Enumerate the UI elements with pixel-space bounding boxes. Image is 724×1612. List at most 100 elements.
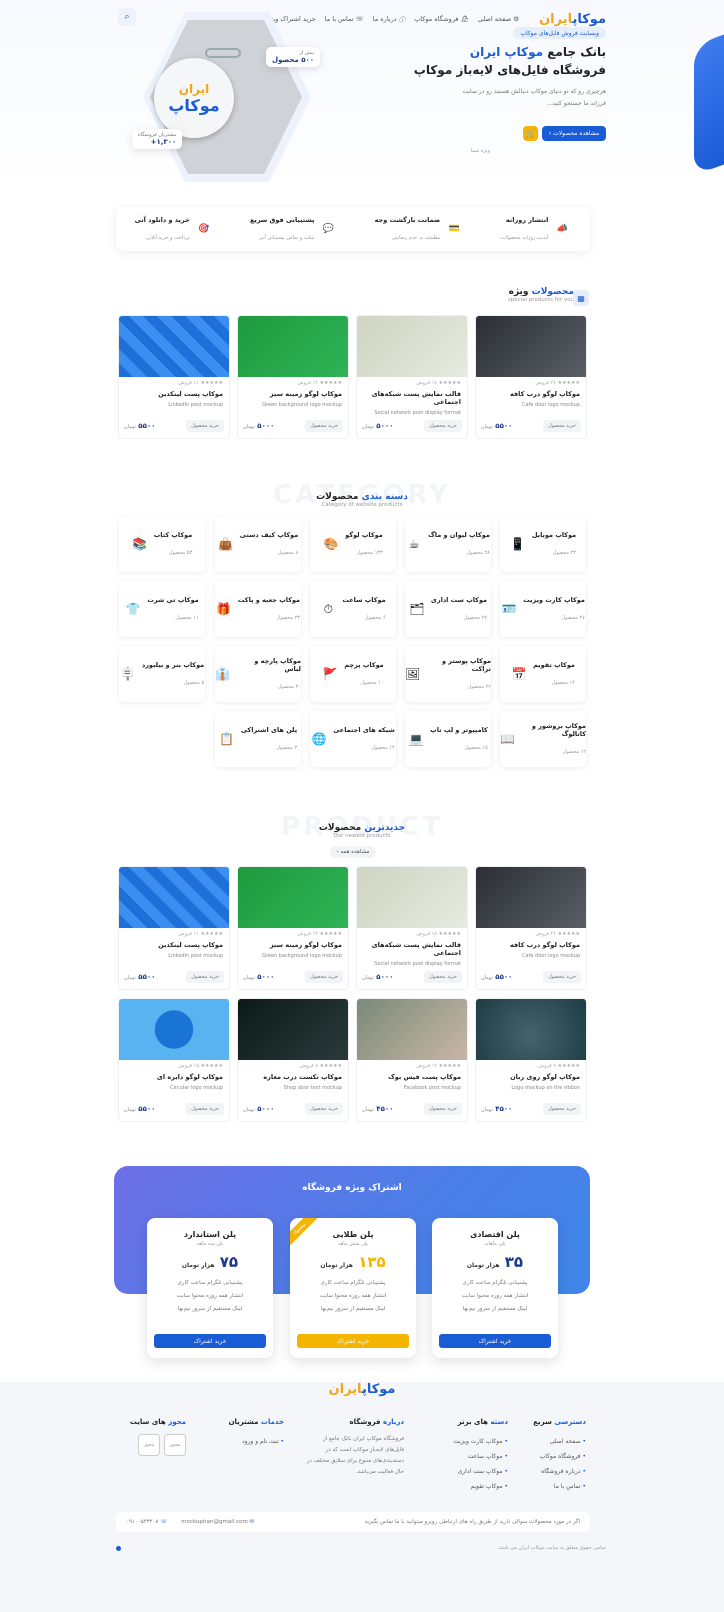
product-en-name: Social network post display format (374, 961, 461, 967)
buy-product-button[interactable]: خرید محصول (424, 420, 462, 432)
footer-link[interactable]: موکاپ ست اداری (453, 1464, 508, 1479)
site-logo[interactable]: موکاپایران (539, 12, 606, 27)
footer-link[interactable]: صفحه اصلی (533, 1434, 586, 1449)
product-name[interactable]: موکاپ لوگو روی ربان (482, 1073, 580, 1081)
category-card[interactable]: کامپیوتر و لپ تاپ ۱۵ محصول 💻 (405, 711, 491, 767)
category-card[interactable]: موکاپ جعبه و پاکت ۳۳ محصول 🎁 (215, 581, 301, 637)
product-name[interactable]: موکاپ لوگو دایره ای (125, 1073, 223, 1081)
product-card[interactable]: ★★★★★ ۹ فروش موکاپ لوگو روی ربان Logo mock… (475, 998, 587, 1122)
product-image[interactable] (476, 867, 586, 928)
category-card[interactable]: موکاپ لوگو ۱۳۳ محصول 🎨 (310, 516, 396, 572)
product-name[interactable]: قالب نمایش پست شبکه‌های اجتماعی (363, 941, 461, 957)
product-image[interactable] (357, 867, 467, 928)
product-image[interactable] (119, 316, 229, 377)
category-card[interactable]: موکاپ تقویم ۱۴ محصول 📅 (500, 646, 586, 702)
product-name[interactable]: موکاپ لوگو زمینه سبز (244, 941, 342, 949)
footer-link[interactable]: درباره فروشگاه (533, 1464, 586, 1479)
footer-logo[interactable]: موکاپایران (0, 1382, 724, 1397)
buy-product-button[interactable]: خرید محصول (305, 420, 343, 432)
category-card[interactable]: موکاپ لیوان و ماگ ۲۸ محصول ☕ (405, 516, 491, 572)
footer-link[interactable]: موکاپ تقویم (453, 1479, 508, 1494)
product-name[interactable]: موکاپ لوگو درب کافه (482, 390, 580, 398)
product-card[interactable]: ★★★★★ ۱۸ فروش قالب نمایش پست شبکه‌های اجت… (356, 866, 468, 990)
product-card[interactable]: ★★★★★ ۲۶ فروش موکاپ لوگو درب کافه Cafe doo… (475, 315, 587, 439)
product-name[interactable]: موکاپ پست فیس بوک (363, 1073, 461, 1081)
category-card[interactable]: موکاپ پرچم ۱۰ محصول 🚩 (310, 646, 396, 702)
product-card[interactable]: ★★★★★ ۱۵ فروش موکاپ لوگو دایره ای Circular… (118, 998, 230, 1122)
product-image[interactable] (238, 316, 348, 377)
buy-subscription-button[interactable]: خرید اشتراک (154, 1334, 266, 1348)
product-card[interactable]: ★★★★★ ۱۸ فروش قالب نمایش پست شبکه‌های اجت… (356, 315, 468, 439)
email-link[interactable]: ✉ mockupiran@gmail.com (181, 1519, 254, 1525)
product-card[interactable]: ★★★★★ ۱۴ فروش موکاپ لوگو زمینه سبز Green b… (237, 315, 349, 439)
product-name[interactable]: موکاپ پست لینکدین (125, 390, 223, 398)
footer-link[interactable]: تماس با ما (533, 1479, 586, 1494)
buy-product-button[interactable]: خرید محصول (424, 1103, 462, 1115)
category-card[interactable]: موکاپ کارت ویزیت ۴۷ محصول 🪪 (500, 581, 586, 637)
nav-about[interactable]: ⓘ درباره ما (373, 14, 405, 24)
view-products-button[interactable]: مشاهده محصولات ‹ (542, 126, 606, 141)
buy-product-button[interactable]: خرید محصول (424, 971, 462, 983)
buy-product-button[interactable]: خرید محصول (305, 1103, 343, 1115)
scroll-top-icon[interactable] (116, 1546, 121, 1551)
chart-icon: ▦ (573, 290, 589, 306)
category-card[interactable]: موکاپ بنر و بیلبورد ۵ محصول 🪧 (119, 646, 205, 702)
buy-product-button[interactable]: خرید محصول (186, 1103, 224, 1115)
footer-link[interactable]: فروشگاه موکاپ (533, 1449, 586, 1464)
feature-item: 💬 پشتیبانی فوق سریع تیکت و تماس پشتیبانی آ… (250, 216, 337, 243)
product-image[interactable] (357, 316, 467, 377)
category-card[interactable]: موکاپ ساعت ۶ محصول ⏱ (310, 581, 396, 637)
product-card[interactable]: ★★★★★ ۱۱ فروش موکاپ پست لینکدین LinkedIn p… (118, 866, 230, 990)
footer-link[interactable]: موکاپ کارت ویزیت (453, 1434, 508, 1449)
buy-product-button[interactable]: خرید محصول (543, 420, 581, 432)
buy-product-button[interactable]: خرید محصول (305, 971, 343, 983)
nav-contact[interactable]: ☏ تماس با ما (325, 14, 364, 24)
buy-subscription-button[interactable]: خرید اشتراک (297, 1334, 409, 1348)
product-image[interactable] (476, 316, 586, 377)
product-name[interactable]: موکاپ پست لینکدین (125, 941, 223, 949)
product-image[interactable] (119, 999, 229, 1060)
category-card[interactable]: شبکه های اجتماعی ۱۴ محصول 🌐 (310, 711, 396, 767)
product-image[interactable] (238, 999, 348, 1060)
product-name[interactable]: موکاپ لوگو زمینه سبز (244, 390, 342, 398)
category-name: موکاپ تقویم (533, 660, 575, 669)
product-image[interactable] (476, 999, 586, 1060)
category-card[interactable]: موکاپ ست اداری ۲۷ محصول 🗂 (405, 581, 491, 637)
hero-decor (694, 34, 724, 176)
buy-product-button[interactable]: خرید محصول (543, 1103, 581, 1115)
product-card[interactable]: ★★★★★ ۸ فروش موکاپ تکست درب مغازه Shop doo… (237, 998, 349, 1122)
category-card[interactable]: موکاپ کیف دستی ۸ محصول 👜 (215, 516, 301, 572)
footer-link[interactable]: ثبت نام و ورود (229, 1434, 284, 1449)
product-image[interactable] (238, 867, 348, 928)
product-name[interactable]: قالب نمایش پست شبکه‌های اجتماعی (363, 390, 461, 406)
product-name[interactable]: موکاپ لوگو درب کافه (482, 941, 580, 949)
nav-shop[interactable]: 🛍 فروشگاه موکاپ (414, 14, 469, 24)
category-card[interactable]: موکاپ پوستر و تراکت ۲۲ محصول 🖼 (405, 646, 491, 702)
phone-link[interactable]: ☏ ۰۹۱۰۰۵۴۳۲۰۸ (126, 1519, 167, 1525)
license-badge[interactable]: مجوز (164, 1434, 186, 1456)
buy-product-button[interactable]: خرید محصول (186, 420, 224, 432)
footer-link[interactable]: موکاپ ساعت (453, 1449, 508, 1464)
category-card[interactable]: موکاپ کتاب ۵۳ محصول 📚 (119, 516, 205, 572)
product-image[interactable] (357, 999, 467, 1060)
rating-stars: ★★★★★ ۱۸ فروش (416, 931, 461, 937)
license-badge[interactable]: مجوز (138, 1434, 160, 1456)
buy-subscription-button[interactable]: خرید اشتراک (439, 1334, 551, 1348)
category-card[interactable]: موکاپ پارچه و لباس ۳۰ محصول 👔 (215, 646, 301, 702)
category-card[interactable]: موکاپ بروشور و کاتالوگ ۱۲ محصول 📖 (500, 711, 586, 767)
category-card[interactable]: موکاپ تی شرت ۱۱ محصول 👕 (119, 581, 205, 637)
search-icon[interactable]: ⌕ (118, 8, 136, 26)
product-name[interactable]: موکاپ تکست درب مغازه (244, 1073, 342, 1081)
view-all-button[interactable]: مشاهده همه ‹ (330, 846, 376, 858)
product-image[interactable] (119, 867, 229, 928)
buy-product-button[interactable]: خرید محصول (186, 971, 224, 983)
product-card[interactable]: ★★★★★ ۱۴ فروش موکاپ لوگو زمینه سبز Green b… (237, 866, 349, 990)
product-card[interactable]: ★★★★★ ۱۱ فروش موکاپ پست لینکدین LinkedIn p… (118, 315, 230, 439)
product-card[interactable]: ★★★★★ ۱۲ فروش موکاپ پست فیس بوک Facebook p… (356, 998, 468, 1122)
nav-home[interactable]: ⚙ صفحه اصلی (478, 14, 519, 24)
category-card[interactable]: موکاپ موبایل ۳۴ محصول 📱 (500, 516, 586, 572)
cart-icon[interactable]: 🛒 (523, 126, 538, 141)
product-card[interactable]: ★★★★★ ۲۶ فروش موکاپ لوگو درب کافه Cafe doo… (475, 866, 587, 990)
buy-product-button[interactable]: خرید محصول (543, 971, 581, 983)
category-card[interactable]: پلن های اشتراکی ۳ محصول 📋 (215, 711, 301, 767)
